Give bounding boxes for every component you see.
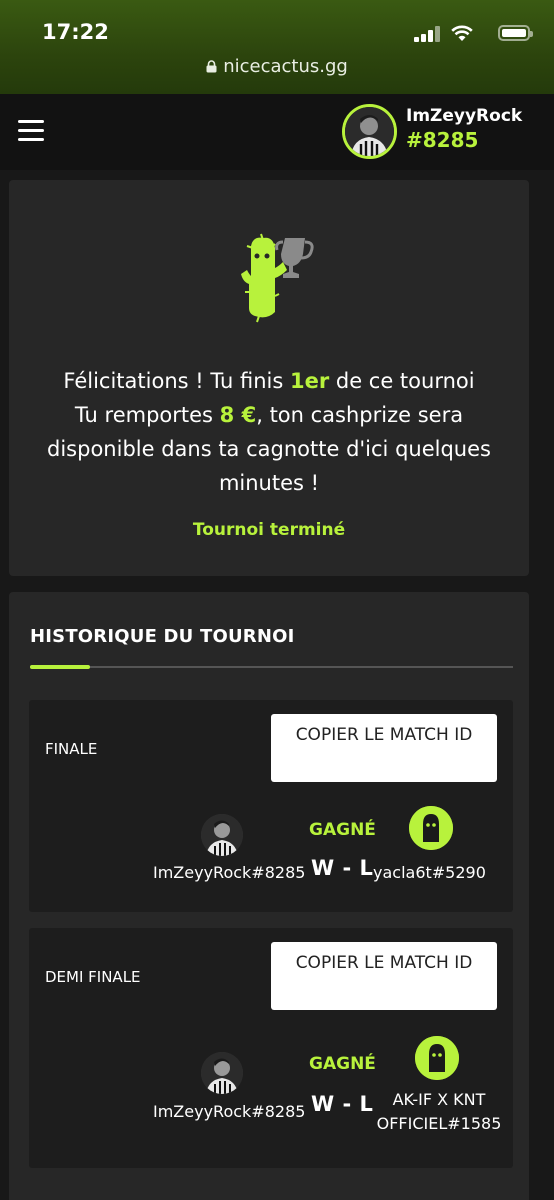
match-score: W - L <box>311 1092 374 1116</box>
url-text: nicecactus.gg <box>223 56 348 77</box>
round-label: FINALE <box>45 740 98 758</box>
cellular-signal-icon <box>414 26 440 42</box>
address-bar[interactable]: nicecactus.gg <box>0 56 554 77</box>
battery-icon <box>498 25 533 41</box>
history-card: HISTORIQUE DU TOURNOI FINALE COPIER LE M… <box>9 592 529 1200</box>
opponent-name[interactable]: yacla6t#5290 <box>373 863 486 882</box>
player-avatar[interactable] <box>201 814 243 856</box>
opponent-avatar-image <box>415 1036 459 1080</box>
match-result: GAGNÉ <box>309 820 376 840</box>
congrats-card: Félicitations ! Tu finis 1er de ce tourn… <box>9 180 529 576</box>
opponent-avatar[interactable] <box>409 806 453 850</box>
player-name[interactable]: ImZeyyRock#8285 <box>153 1102 305 1121</box>
congrats-line1-suffix: de ce tournoi <box>329 369 475 393</box>
lock-icon <box>206 60 217 73</box>
round-label: DEMI FINALE <box>45 968 141 986</box>
congrats-line1-prefix: Félicitations ! Tu finis <box>63 369 290 393</box>
match-score: W - L <box>311 856 374 880</box>
match-result: GAGNÉ <box>309 1054 376 1074</box>
tournament-status: Tournoi terminé <box>192 520 346 540</box>
match-card-semifinal: DEMI FINALE COPIER LE MATCH ID ImZeyyRoc… <box>29 928 513 1168</box>
menu-icon[interactable] <box>18 120 44 142</box>
congrats-message: Félicitations ! Tu finis 1er de ce tourn… <box>29 364 509 500</box>
copy-match-id-button[interactable]: COPIER LE MATCH ID <box>271 714 497 782</box>
opponent-name[interactable]: AK-IF X KNT OFFICIEL#1585 <box>373 1088 505 1136</box>
clock-time: 17:22 <box>42 20 109 44</box>
status-bar: 17:22 nicecactus.gg <box>0 0 554 94</box>
user-avatar-image <box>345 107 394 156</box>
wifi-icon <box>451 25 473 41</box>
congrats-line2-prefix: Tu remportes <box>74 403 220 427</box>
status-icons <box>400 24 533 44</box>
player-avatar-image <box>201 1052 243 1094</box>
cactus-trophy-icon <box>241 233 314 323</box>
copy-match-id-button[interactable]: COPIER LE MATCH ID <box>271 942 497 1010</box>
finish-place: 1er <box>289 369 330 393</box>
user-avatar[interactable] <box>342 104 397 159</box>
player-name[interactable]: ImZeyyRock#8285 <box>153 863 305 882</box>
user-tag: #8285 <box>406 128 479 152</box>
tab-divider <box>30 666 513 668</box>
match-card-final: FINALE COPIER LE MATCH ID ImZeyyRock#828… <box>29 700 513 912</box>
history-title: HISTORIQUE DU TOURNOI <box>30 626 295 647</box>
player-avatar[interactable] <box>201 1052 243 1094</box>
top-nav: ImZeyyRock #8285 <box>0 94 554 170</box>
opponent-avatar[interactable] <box>415 1036 459 1080</box>
prize-amount: 8 € <box>219 403 257 427</box>
opponent-avatar-image <box>409 806 453 850</box>
username[interactable]: ImZeyyRock <box>406 106 522 126</box>
active-tab-indicator <box>30 665 90 669</box>
player-avatar-image <box>201 814 243 856</box>
